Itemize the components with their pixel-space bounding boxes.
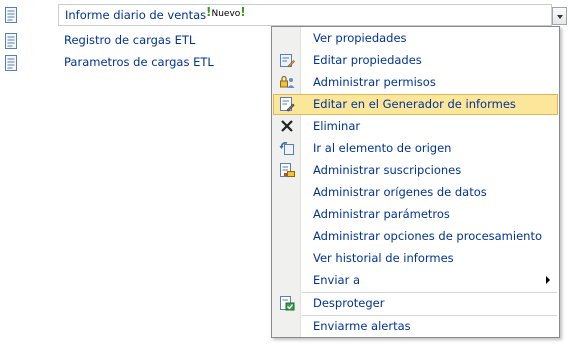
menu-item-label: Ver propiedades — [313, 31, 407, 45]
menu-item-label: Administrar opciones de procesamiento — [313, 229, 542, 243]
menu-item-manage-processing-options[interactable]: Administrar opciones de procesamiento — [273, 226, 558, 247]
menu-item-check-in[interactable]: Desproteger — [273, 293, 558, 314]
menu-item-manage-data-sources[interactable]: Administrar orígenes de datos — [273, 182, 558, 203]
edit-properties-icon — [280, 54, 295, 68]
list-item-label[interactable]: Registro de cargas ETL — [64, 33, 195, 47]
report-icon — [5, 33, 17, 49]
list-item[interactable]: Registro de cargas ETL — [0, 30, 270, 52]
menu-item-edit-properties[interactable]: Editar propiedades — [273, 50, 558, 71]
menu-item-label: Desproteger — [313, 296, 385, 310]
selected-item-cell[interactable]: Informe diario de ventas !Nuevo! — [58, 4, 552, 26]
menu-item-send-to[interactable]: Enviar a — [273, 270, 558, 291]
menu-item-edit-in-report-builder[interactable]: Editar en el Generador de informes — [273, 94, 558, 115]
go-to-source-icon — [279, 142, 294, 155]
menu-item-label: Administrar orígenes de datos — [313, 185, 487, 199]
list-item-label[interactable]: Parametros de cargas ETL — [64, 55, 214, 69]
menu-item-alert-me[interactable]: Enviarme alertas — [273, 316, 558, 337]
delete-icon — [281, 120, 293, 132]
menu-item-label: Administrar parámetros — [313, 207, 450, 221]
item-menu-dropdown-button[interactable] — [552, 7, 567, 25]
menu-item-delete[interactable]: Eliminar — [273, 116, 558, 137]
menu-item-go-to-source[interactable]: Ir al elemento de origen — [273, 138, 558, 159]
menu-item-label: Editar en el Generador de informes — [313, 97, 516, 111]
check-in-icon — [280, 296, 295, 311]
submenu-arrow-icon — [546, 276, 550, 284]
new-badge-mark: ! — [240, 5, 246, 19]
subscriptions-icon — [280, 163, 295, 177]
menu-item-label: Administrar suscripciones — [313, 163, 462, 177]
report-builder-icon — [280, 97, 295, 112]
menu-item-label: Ver historial de informes — [313, 251, 454, 265]
new-badge: !Nuevo! — [206, 5, 246, 19]
menu-item-view-report-history[interactable]: Ver historial de informes — [273, 248, 558, 269]
permissions-icon — [280, 75, 295, 88]
menu-item-manage-subscriptions[interactable]: Administrar suscripciones — [273, 160, 558, 181]
report-icon — [5, 7, 17, 23]
chevron-down-icon — [557, 15, 563, 19]
list-item[interactable]: Parametros de cargas ETL — [0, 52, 270, 74]
menu-item-manage-permissions[interactable]: Administrar permisos — [273, 72, 558, 93]
report-icon — [5, 55, 17, 71]
menu-item-label: Ir al elemento de origen — [313, 141, 452, 155]
context-menu: Ver propiedades Editar propiedades Admin… — [271, 26, 560, 338]
menu-item-view-properties[interactable]: Ver propiedades — [273, 28, 558, 49]
menu-item-label: Enviarme alertas — [313, 319, 411, 333]
menu-item-label: Enviar a — [313, 273, 361, 287]
menu-item-label: Eliminar — [313, 119, 361, 133]
menu-item-manage-parameters[interactable]: Administrar parámetros — [273, 204, 558, 225]
new-badge-label: Nuevo — [211, 9, 241, 19]
menu-item-label: Administrar permisos — [313, 75, 436, 89]
selected-item-title[interactable]: Informe diario de ventas — [65, 8, 206, 22]
menu-item-label: Editar propiedades — [313, 53, 422, 67]
